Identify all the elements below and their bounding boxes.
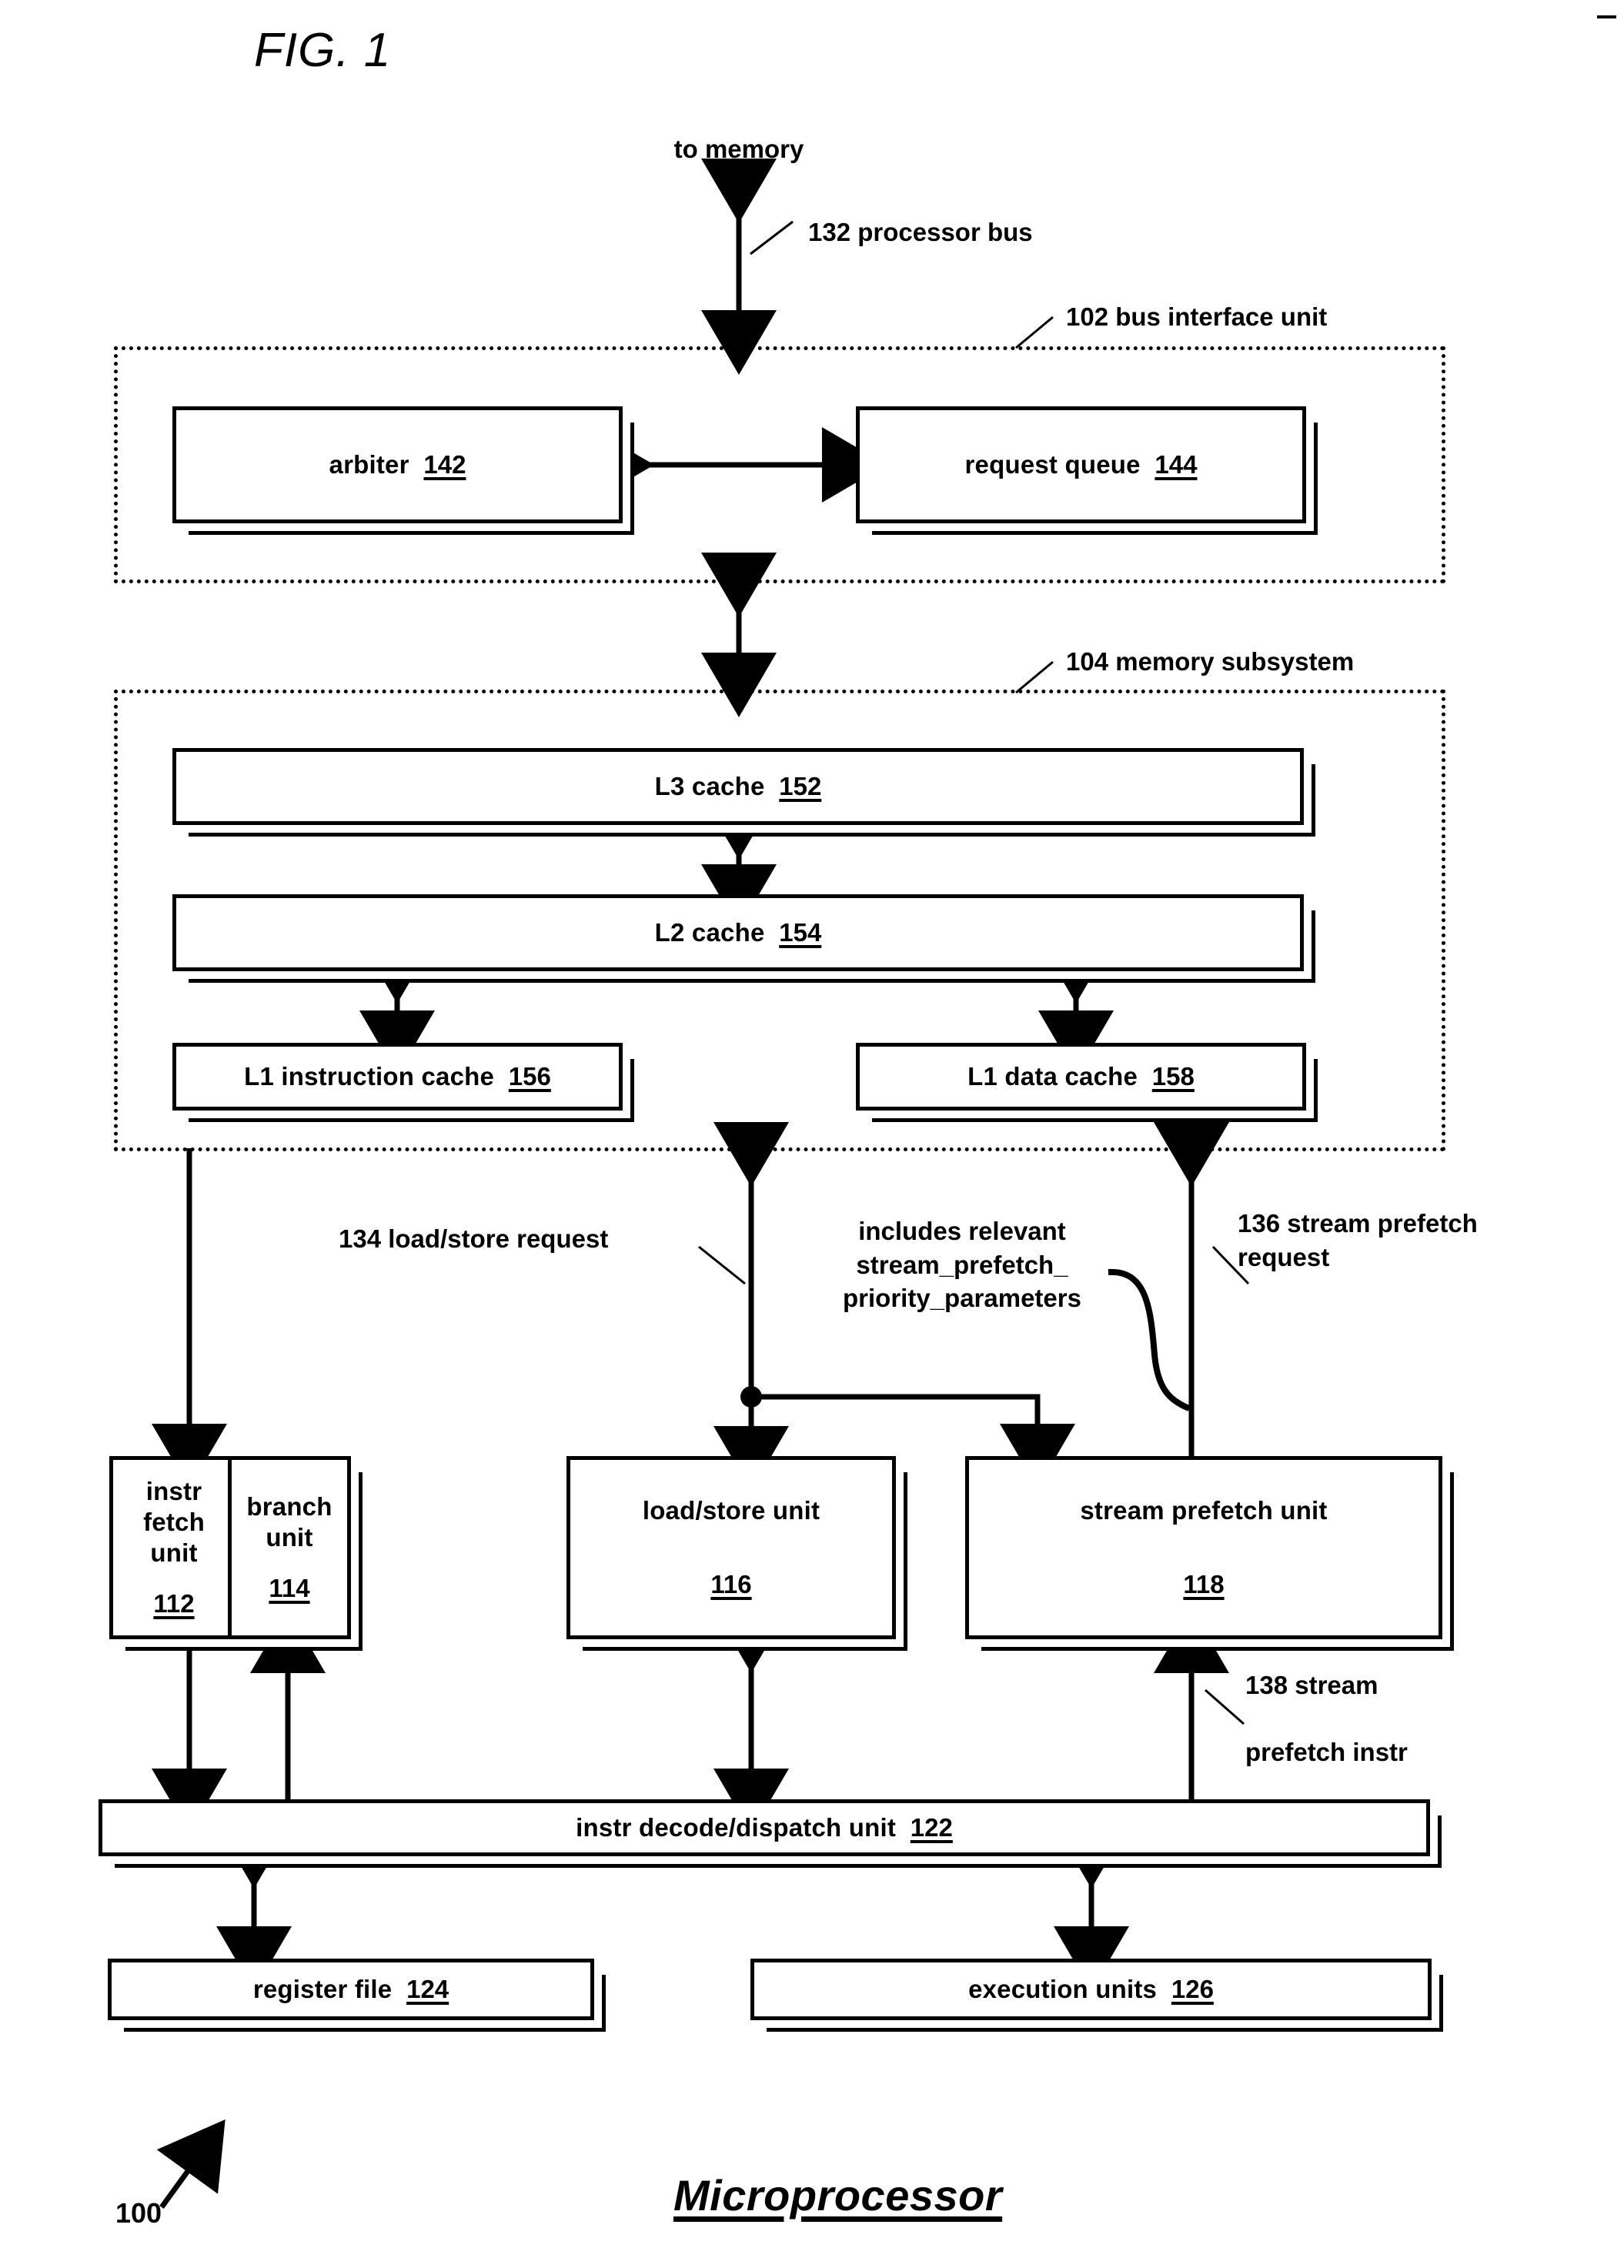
l1-data-cache-label: L1 data cache — [967, 1061, 1138, 1091]
figure-label: FIG. 1 — [254, 24, 392, 77]
execution-units-block[interactable]: execution units 126 — [750, 1959, 1432, 2020]
branch-unit-block[interactable]: branch unit 114 — [228, 1456, 351, 1639]
memory-subsystem-label: 104 memory subsystem — [1066, 647, 1355, 676]
register-file-label: register file — [252, 1974, 393, 2003]
stream-prefetch-unit-label: stream prefetch unit — [1080, 1495, 1328, 1525]
figure-title: Microprocessor — [673, 2171, 1003, 2220]
register-file-block[interactable]: register file 124 — [108, 1959, 594, 2020]
branch-unit-label: branch unit — [246, 1491, 332, 1552]
bus-interface-unit-label: 102 bus interface unit — [1066, 302, 1328, 331]
execution-units-number: 126 — [1171, 1974, 1214, 2003]
stream-prefetch-unit-number: 118 — [1183, 1570, 1225, 1598]
figure-ref-number: 100 — [115, 2197, 162, 2229]
stream-prefetch-instr-label: 138 stream prefetch instr — [1245, 1671, 1408, 1767]
load-store-unit-block[interactable]: load/store unit 116 — [566, 1456, 896, 1639]
l1-instruction-cache-number: 156 — [508, 1061, 551, 1091]
l3-cache-number: 152 — [779, 771, 822, 800]
execution-units-label: execution units — [968, 1974, 1158, 2003]
instr-fetch-unit-number: 112 — [153, 1589, 195, 1618]
request-queue-block[interactable]: request queue 144 — [856, 406, 1306, 523]
request-queue-number: 144 — [1155, 449, 1198, 479]
l1-data-cache-block[interactable]: L1 data cache 158 — [856, 1043, 1306, 1111]
load-store-request-label: 134 load/store request — [339, 1224, 609, 1253]
load-store-unit-number: 116 — [710, 1570, 752, 1598]
instr-decode-dispatch-unit-number: 122 — [910, 1812, 953, 1842]
arbiter-number: 142 — [423, 449, 466, 479]
l3-cache-label: L3 cache — [654, 771, 765, 800]
l2-cache-block[interactable]: L2 cache 154 — [172, 894, 1304, 971]
arbiter-label: arbiter — [329, 449, 409, 479]
l1-instruction-cache-block[interactable]: L1 instruction cache 156 — [172, 1043, 623, 1111]
load-store-unit-label: load/store unit — [642, 1495, 820, 1525]
processor-bus-label: 132 processor bus — [808, 218, 1033, 246]
arbiter-block[interactable]: arbiter 142 — [172, 406, 623, 523]
instr-decode-dispatch-unit-label: instr decode/dispatch unit — [576, 1812, 897, 1842]
register-file-number: 124 — [406, 1974, 449, 2003]
patent-figure-page: FIG. 1 to memory 132 processor bus 102 b… — [0, 0, 1624, 2268]
stream-prefetch-unit-block[interactable]: stream prefetch unit 118 — [965, 1456, 1442, 1639]
request-queue-label: request queue — [964, 449, 1141, 479]
branch-unit-number: 114 — [269, 1574, 310, 1603]
l1-instruction-cache-label: L1 instruction cache — [244, 1061, 495, 1091]
instr-fetch-unit-label: instr fetch unit — [143, 1476, 205, 1568]
l1-data-cache-number: 158 — [1151, 1061, 1195, 1091]
to-memory-label: to memory — [673, 135, 804, 163]
includes-relevant-parameters-label: includes relevant stream_prefetch_ prior… — [843, 1217, 1081, 1313]
instr-decode-dispatch-unit-block[interactable]: instr decode/dispatch unit 122 — [99, 1799, 1430, 1856]
instr-fetch-unit-block[interactable]: instr fetch unit 112 — [109, 1456, 239, 1639]
stream-prefetch-request-label: 136 stream prefetch request — [1238, 1209, 1478, 1271]
l2-cache-label: L2 cache — [654, 917, 765, 947]
l2-cache-number: 154 — [779, 917, 822, 947]
l3-cache-block[interactable]: L3 cache 152 — [172, 748, 1304, 825]
